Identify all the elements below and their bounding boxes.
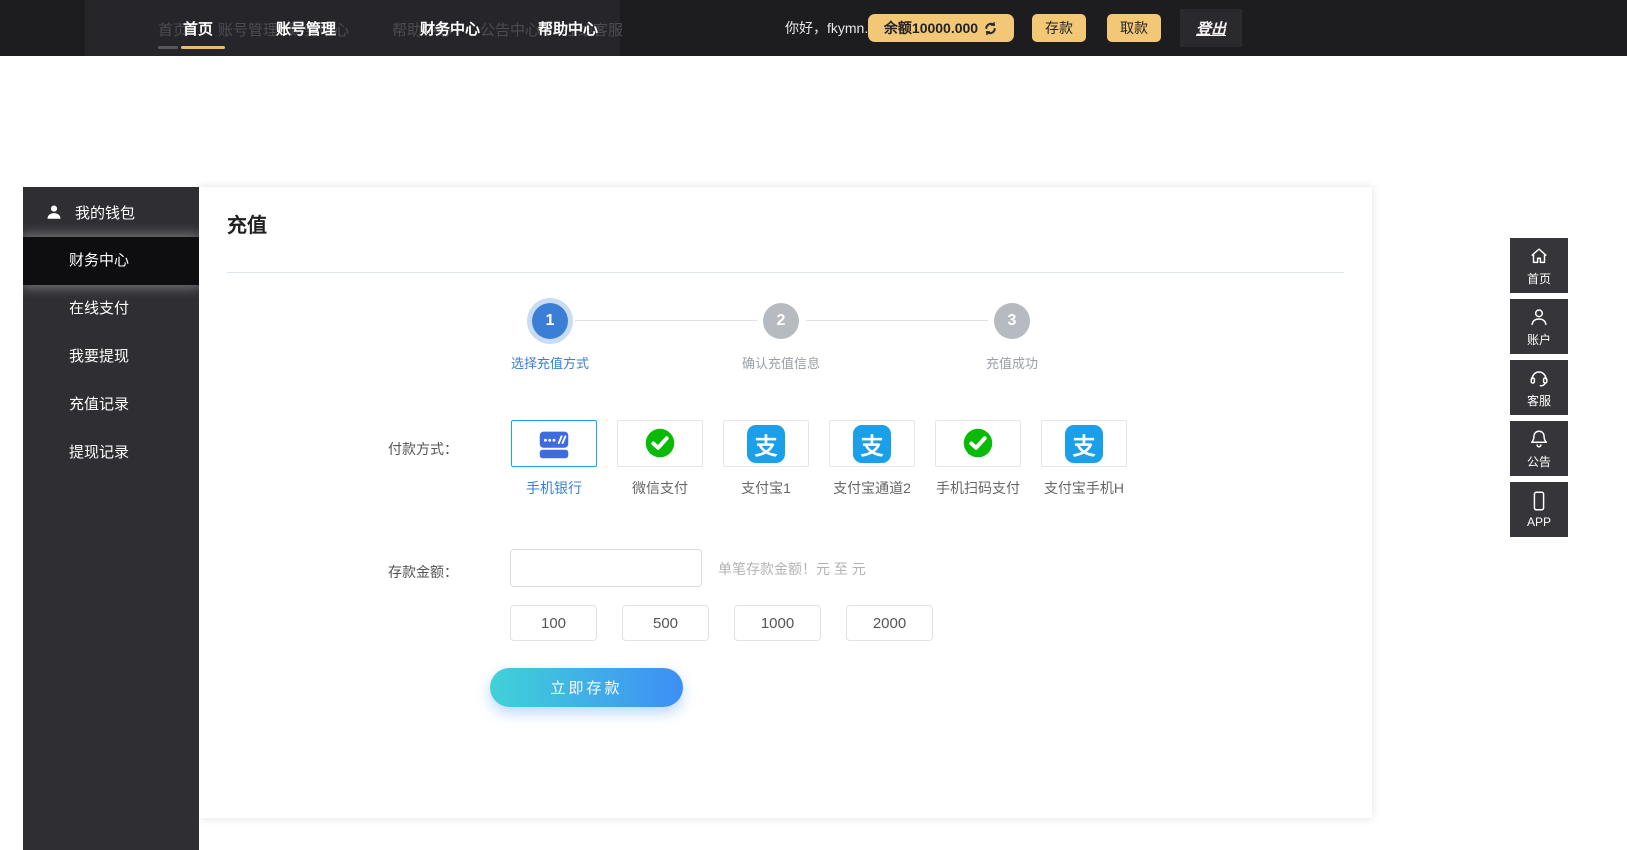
step-3-circle: 3 xyxy=(994,303,1030,339)
balance-button[interactable]: 余额10000.000 xyxy=(868,14,1014,42)
bell-icon xyxy=(1528,428,1550,450)
home-icon xyxy=(1528,245,1550,267)
rail-label: 账户 xyxy=(1527,331,1551,348)
payment-tile-alipay-mobile-h[interactable]: 支 xyxy=(1041,420,1127,467)
nav-strip-background: 首页 账号管理 财务中心 帮助中心 公告中心 在线客服 首页 账号管理 财务中心… xyxy=(85,0,620,56)
nav-item-help-center[interactable]: 帮助中心 xyxy=(538,18,598,39)
payment-tile-alipay-channel-2[interactable]: 支 xyxy=(829,420,915,467)
deposit-amount-label: 存款金额： xyxy=(369,562,458,582)
sidebar-header-label: 我的钱包 xyxy=(75,202,135,223)
withdraw-button[interactable]: 取款 xyxy=(1107,14,1161,42)
rail-item-customer-service[interactable]: 客服 xyxy=(1510,360,1568,415)
refresh-balance-icon[interactable] xyxy=(983,21,998,36)
rail-item-announcements[interactable]: 公告 xyxy=(1510,421,1568,476)
headset-icon xyxy=(1528,367,1550,389)
nav-item-finance-center[interactable]: 财务中心 xyxy=(420,18,480,39)
sidebar-header-my-wallet: 我的钱包 xyxy=(23,187,199,237)
logout-tile: 登出 xyxy=(1180,9,1242,47)
user-greeting: 你好，fkymn... xyxy=(785,0,876,56)
sidebar-item-recharge-records[interactable]: 充值记录 xyxy=(23,381,199,429)
top-navigation-bar: 首页 账号管理 财务中心 帮助中心 公告中心 在线客服 首页 账号管理 财务中心… xyxy=(0,0,1627,56)
payment-name-alipay-channel-2[interactable]: 支付宝通道2 xyxy=(812,478,932,498)
payment-name-mobile-scan-pay[interactable]: 手机扫码支付 xyxy=(918,478,1038,498)
recharge-panel: 充值 1 2 3 选择充值方式 确认充值信息 充值成功 付款方式： 支 xyxy=(199,187,1372,818)
step-2-label: 确认充值信息 xyxy=(711,353,851,372)
sidebar-item-withdraw-records[interactable]: 提现记录 xyxy=(23,429,199,477)
payment-tile-alipay-1[interactable]: 支 xyxy=(723,420,809,467)
payment-name-alipay-mobile-h[interactable]: 支付宝手机H xyxy=(1024,478,1144,498)
deposit-button[interactable]: 存款 xyxy=(1032,14,1086,42)
nav-underline-ghost xyxy=(158,46,178,49)
sidebar-item-finance-center[interactable]: 财务中心 xyxy=(23,237,199,285)
balance-amount: 余额10000.000 xyxy=(884,18,978,38)
title-divider xyxy=(227,272,1344,273)
rail-label: 首页 xyxy=(1527,270,1551,287)
rail-item-app[interactable]: APP xyxy=(1510,482,1568,537)
quick-amount-500[interactable]: 500 xyxy=(622,605,709,641)
bank-card-icon xyxy=(535,425,573,463)
quick-amount-100[interactable]: 100 xyxy=(510,605,597,641)
nav-underline-active xyxy=(181,46,225,49)
nav-item-account-management[interactable]: 账号管理 xyxy=(276,18,336,39)
deposit-amount-input[interactable] xyxy=(510,549,702,587)
sidebar-item-withdraw[interactable]: 我要提现 xyxy=(23,333,199,381)
alipay-icon: 支 xyxy=(1065,425,1103,463)
step-connector-2 xyxy=(806,320,988,321)
payment-tile-mobile-bank[interactable] xyxy=(511,420,597,467)
payment-tile-wechat-pay[interactable] xyxy=(617,420,703,467)
step-2-circle: 2 xyxy=(763,303,799,339)
wallet-sidebar: 我的钱包 财务中心 在线支付 我要提现 充值记录 提现记录 xyxy=(23,187,199,850)
payment-name-alipay-1[interactable]: 支付宝1 xyxy=(706,478,826,498)
wechat-pay-icon xyxy=(641,425,679,463)
logout-link[interactable]: 登出 xyxy=(1196,18,1226,39)
alipay-icon: 支 xyxy=(747,425,785,463)
step-1-circle: 1 xyxy=(532,303,568,339)
step-connector-1 xyxy=(575,320,757,321)
rail-label: 客服 xyxy=(1527,392,1551,409)
user-icon xyxy=(45,203,63,221)
quick-amount-2000[interactable]: 2000 xyxy=(846,605,933,641)
payment-tile-mobile-scan-pay[interactable] xyxy=(935,420,1021,467)
deposit-amount-hint: 单笔存款金额！元 至 元 xyxy=(718,559,866,579)
payment-name-wechat-pay[interactable]: 微信支付 xyxy=(600,478,720,498)
rail-item-account[interactable]: 账户 xyxy=(1510,299,1568,354)
user-outline-icon xyxy=(1528,306,1550,328)
rail-label: 公告 xyxy=(1527,453,1551,470)
step-1-label: 选择充值方式 xyxy=(480,353,620,372)
nav-item-home[interactable]: 首页 xyxy=(183,18,213,39)
payment-name-mobile-bank[interactable]: 手机银行 xyxy=(494,478,614,498)
quick-amount-1000[interactable]: 1000 xyxy=(734,605,821,641)
wechat-pay-icon xyxy=(959,425,997,463)
ghost-nav-account: 账号管理 xyxy=(218,19,278,40)
rail-label: APP xyxy=(1527,515,1551,529)
step-3-label: 充值成功 xyxy=(942,353,1082,372)
page-title: 充值 xyxy=(227,209,267,238)
payment-method-label: 付款方式： xyxy=(369,439,458,459)
rail-item-home[interactable]: 首页 xyxy=(1510,238,1568,293)
sidebar-item-online-payment[interactable]: 在线支付 xyxy=(23,285,199,333)
alipay-icon: 支 xyxy=(853,425,891,463)
deposit-now-button[interactable]: 立即存款 xyxy=(490,668,683,707)
phone-icon xyxy=(1528,490,1550,512)
ghost-nav-announcement: 公告中心 xyxy=(480,19,540,40)
